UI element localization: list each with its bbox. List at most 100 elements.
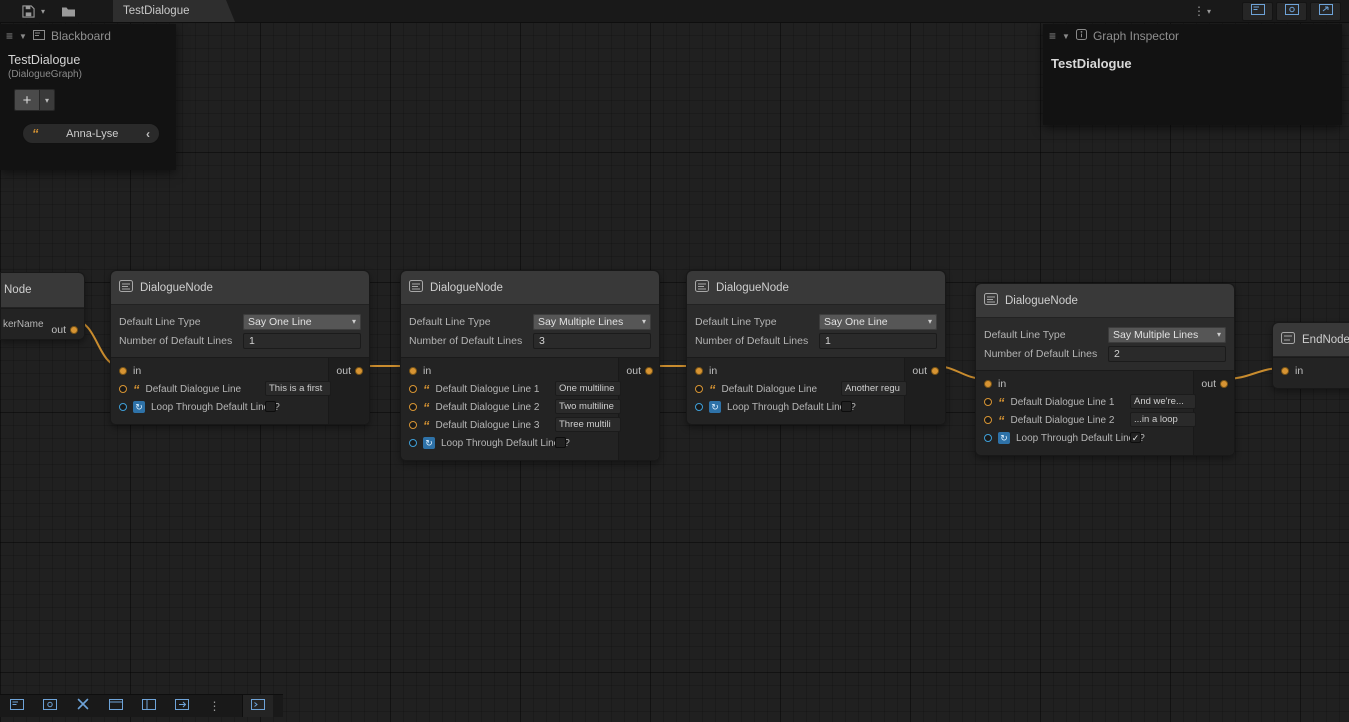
- loop-checkbox[interactable]: [265, 401, 276, 412]
- loop-port[interactable]: [984, 434, 992, 442]
- num-lines-label: Number of Default Lines: [695, 335, 819, 347]
- loop-label: Loop Through Default Lines?: [727, 402, 856, 413]
- blackboard-header[interactable]: ≡ ▼ Blackboard: [0, 24, 176, 48]
- dialogue-node-icon: [984, 292, 998, 310]
- node-title-bar[interactable]: DialogueNode: [401, 271, 659, 305]
- dialogue-line-field[interactable]: And we're...: [1130, 394, 1196, 409]
- graph-inspector-header[interactable]: ≡ ▼ Graph Inspector: [1043, 24, 1342, 48]
- dialogue-line-field[interactable]: ...in a loop: [1130, 412, 1196, 427]
- loop-port[interactable]: [119, 403, 127, 411]
- window-toggle-button[interactable]: [99, 695, 132, 717]
- graph-inspector-toggle-button[interactable]: [33, 695, 66, 717]
- toolbar-more-menu[interactable]: ⋮ ▾: [1193, 5, 1211, 17]
- exit-panel-button[interactable]: [165, 695, 198, 717]
- loop-checkbox[interactable]: ✓: [1130, 432, 1141, 443]
- dialogue-node-icon: [409, 279, 423, 297]
- node-title: DialogueNode: [1005, 295, 1078, 307]
- line-type-dropdown[interactable]: Say Multiple Lines ▾: [533, 314, 651, 330]
- add-property-button[interactable]: +: [14, 89, 40, 111]
- dialogue-node-1[interactable]: DialogueNode Default Line Type Say One L…: [110, 270, 370, 425]
- loop-checkbox[interactable]: [841, 401, 852, 412]
- graph-inspector-toggle-button[interactable]: [1276, 2, 1307, 21]
- speaker-node-partial[interactable]: Node kerName out: [0, 272, 85, 340]
- input-port[interactable]: [695, 367, 703, 375]
- num-lines-label: Number of Default Lines: [409, 335, 533, 347]
- num-lines-field[interactable]: 1: [819, 333, 937, 349]
- line-type-dropdown[interactable]: Say One Line ▾: [819, 314, 937, 330]
- line-type-dropdown[interactable]: Say One Line ▾: [243, 314, 361, 330]
- node-title: Node: [4, 284, 32, 296]
- more-icon: ⋮: [1193, 5, 1205, 17]
- input-port[interactable]: [409, 367, 417, 375]
- dialogue-line-field[interactable]: One multiline: [555, 381, 621, 396]
- dialogue-line-port[interactable]: [409, 385, 417, 393]
- save-button[interactable]: [22, 5, 35, 18]
- dialogue-line-port[interactable]: [984, 398, 992, 406]
- dialogue-node-3[interactable]: DialogueNode Default Line Type Say One L…: [686, 270, 946, 425]
- dialogue-line-field[interactable]: Two multiline: [555, 399, 621, 414]
- blackboard-toggle-button[interactable]: [1242, 2, 1273, 21]
- hamburger-icon[interactable]: ≡: [1049, 31, 1056, 41]
- input-port[interactable]: [1281, 367, 1289, 375]
- hamburger-icon[interactable]: ≡: [6, 31, 13, 41]
- console-button[interactable]: [242, 695, 273, 717]
- in-port-label: in: [998, 378, 1006, 390]
- node-title-bar[interactable]: DialogueNode: [687, 271, 945, 305]
- node-title-bar[interactable]: EndNode: [1273, 323, 1349, 357]
- chevron-down-icon: ▾: [1217, 330, 1221, 339]
- dialogue-node-4[interactable]: DialogueNode Default Line Type Say Multi…: [975, 283, 1235, 456]
- inspector-icon: [43, 697, 57, 715]
- dialogue-line-field[interactable]: Another regu: [841, 381, 907, 396]
- open-folder-button[interactable]: [61, 6, 76, 17]
- num-lines-field[interactable]: 1: [243, 333, 361, 349]
- dialogue-line-port[interactable]: [984, 416, 992, 424]
- blackboard-property-anna-lyse[interactable]: “ Anna-Lyse ‹: [22, 123, 160, 144]
- save-dropdown-button[interactable]: ▾: [41, 7, 45, 16]
- out-port-label: out: [336, 365, 351, 377]
- output-port[interactable]: [931, 367, 939, 375]
- dialogue-line-label: Default Dialogue Line 1: [1011, 397, 1115, 408]
- collapse-arrow-icon[interactable]: ▼: [19, 32, 27, 41]
- loop-port[interactable]: [409, 439, 417, 447]
- dialogue-line-port[interactable]: [119, 385, 127, 393]
- dialogue-line-port[interactable]: [409, 403, 417, 411]
- output-port[interactable]: [1220, 380, 1228, 388]
- num-lines-label: Number of Default Lines: [119, 335, 243, 347]
- num-lines-field[interactable]: 3: [533, 333, 651, 349]
- node-title-bar[interactable]: DialogueNode: [111, 271, 369, 305]
- output-port[interactable]: [70, 326, 78, 334]
- output-port[interactable]: [355, 367, 363, 375]
- dialogue-line-port[interactable]: [409, 421, 417, 429]
- dialogue-line-port[interactable]: [695, 385, 703, 393]
- tools-button[interactable]: [66, 695, 99, 717]
- exit-panel-icon: [175, 697, 189, 715]
- node-title-bar[interactable]: Node: [1, 273, 84, 308]
- blackboard-toggle-button[interactable]: [0, 695, 33, 717]
- blackboard-panel-button[interactable]: [132, 695, 165, 717]
- output-port[interactable]: [645, 367, 653, 375]
- node-title-bar[interactable]: DialogueNode: [976, 284, 1234, 318]
- input-port[interactable]: [984, 380, 992, 388]
- window-icon: [109, 697, 123, 715]
- dialogue-node-2[interactable]: DialogueNode Default Line Type Say Multi…: [400, 270, 660, 461]
- input-port[interactable]: [119, 367, 127, 375]
- graph-tab-label: TestDialogue: [123, 5, 189, 17]
- loop-port[interactable]: [695, 403, 703, 411]
- line-type-dropdown[interactable]: Say Multiple Lines ▾: [1108, 327, 1226, 343]
- graph-tab[interactable]: TestDialogue: [113, 0, 235, 22]
- dialogue-line-field[interactable]: Three multili: [555, 417, 621, 432]
- quote-icon: “: [423, 385, 430, 394]
- dialogue-line-field[interactable]: This is a first: [265, 381, 331, 396]
- quote-icon: “: [709, 385, 716, 394]
- minimap-toggle-button[interactable]: [1310, 2, 1341, 21]
- collapse-arrow-icon[interactable]: ▼: [1062, 32, 1070, 41]
- more-options-button[interactable]: ⋮: [198, 695, 231, 717]
- line-type-label: Default Line Type: [984, 329, 1108, 341]
- chevron-left-icon[interactable]: ‹: [146, 127, 150, 141]
- more-icon: ⋮: [209, 699, 221, 713]
- loop-checkbox[interactable]: [555, 437, 566, 448]
- add-property-dropdown[interactable]: ▾: [40, 89, 55, 111]
- num-lines-field[interactable]: 2: [1108, 346, 1226, 362]
- end-node[interactable]: EndNode in: [1272, 322, 1349, 389]
- quote-icon: “: [423, 421, 430, 430]
